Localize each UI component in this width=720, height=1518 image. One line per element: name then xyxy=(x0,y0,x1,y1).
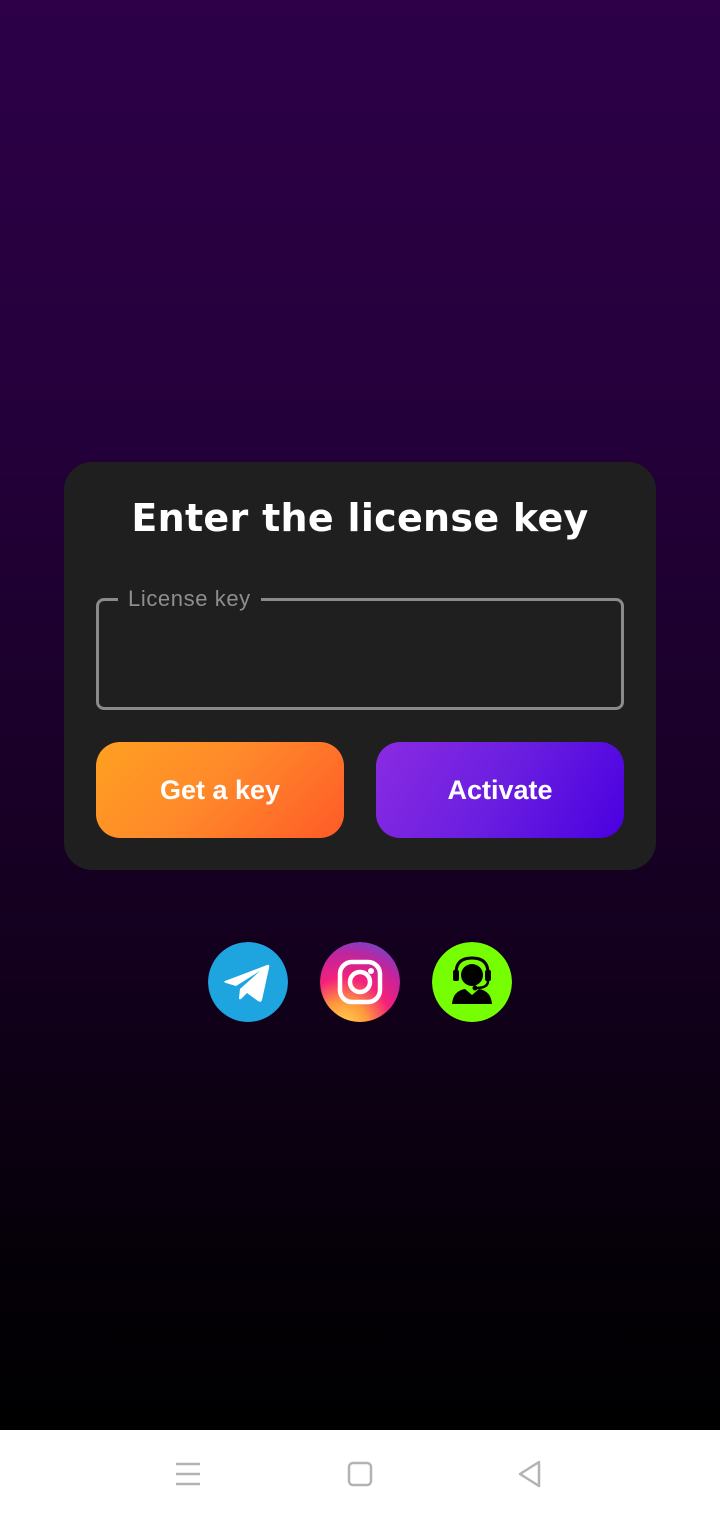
support-agent-icon xyxy=(432,942,512,1022)
telegram-button[interactable] xyxy=(208,942,288,1022)
support-button[interactable] xyxy=(432,942,512,1022)
dialog-title: Enter the license key xyxy=(131,496,589,540)
system-navigation-bar xyxy=(0,1430,720,1518)
license-key-input[interactable] xyxy=(116,630,606,680)
back-button[interactable] xyxy=(506,1450,554,1498)
home-button[interactable] xyxy=(336,1450,384,1498)
get-key-button[interactable]: Get a key xyxy=(96,742,344,838)
menu-icon xyxy=(176,1462,200,1486)
home-square-icon xyxy=(347,1461,373,1487)
activate-button[interactable]: Activate xyxy=(376,742,624,838)
telegram-icon xyxy=(208,942,288,1022)
instagram-button[interactable] xyxy=(320,942,400,1022)
back-triangle-icon xyxy=(518,1460,541,1488)
instagram-icon xyxy=(320,942,400,1022)
recent-apps-button[interactable] xyxy=(164,1450,212,1498)
license-key-label: License key xyxy=(118,586,261,612)
